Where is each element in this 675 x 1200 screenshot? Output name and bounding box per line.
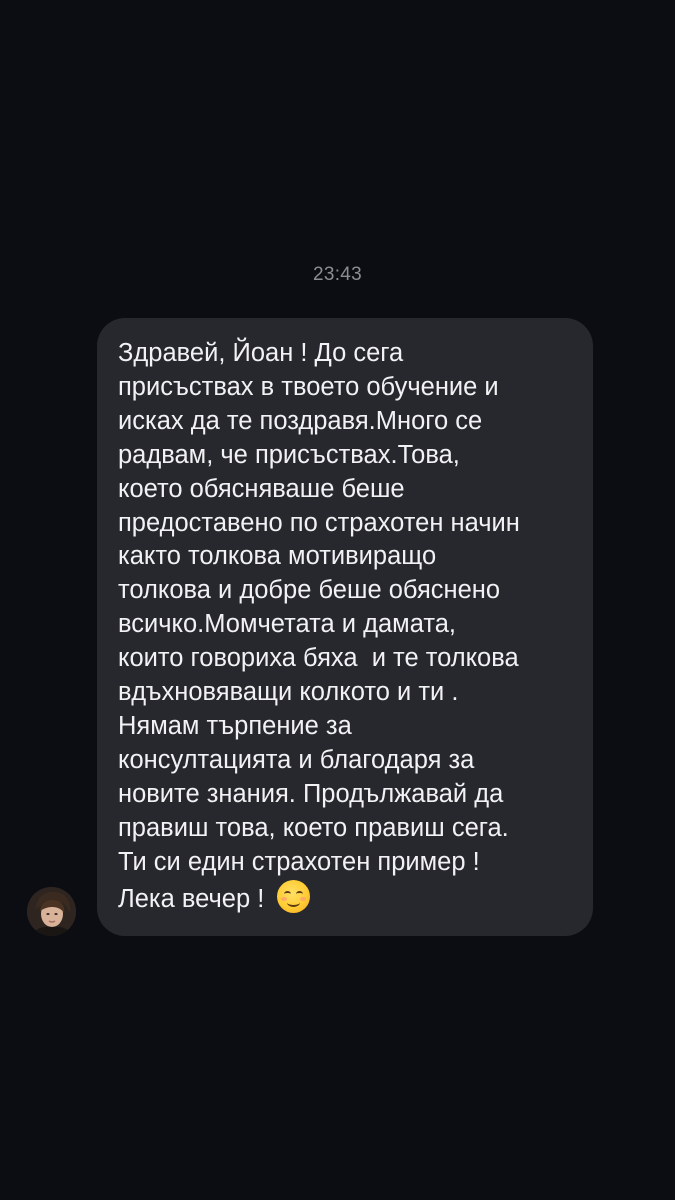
message-text: Здравей, Йоан ! До сега присъствах в тво… xyxy=(118,337,573,916)
message-line: Здравей, Йоан ! До сега xyxy=(118,339,404,367)
message-line: което обясняваше беше xyxy=(118,474,405,503)
message-last-line: Лека вечер ! xyxy=(118,879,573,917)
sender-avatar[interactable] xyxy=(27,887,76,936)
message-line: исках да те поздравя.Много се xyxy=(118,406,483,435)
message-line: както толкова мотивиращо xyxy=(118,542,437,571)
message-line: Нямам търпение за xyxy=(118,711,352,740)
message-line: вдъхновяващи колкото и ти . xyxy=(118,678,459,707)
message-line: консултацията и благодаря за xyxy=(118,745,475,774)
message-line: правиш това, което правиш сега. xyxy=(118,813,509,842)
message-line: предоставено по страхотен начин xyxy=(118,508,520,537)
message-line: присъствах в твоето обучение и xyxy=(118,372,499,401)
message-bubble[interactable]: Здравей, Йоан ! До сега присъствах в тво… xyxy=(97,318,593,936)
message-line: Лека вечер ! xyxy=(118,884,272,913)
message-line: толкова и добре беше обяснено xyxy=(118,576,501,605)
smiling-face-with-smiling-eyes-icon xyxy=(277,879,311,913)
message-line: Ти си един страхотен пример ! xyxy=(118,847,480,876)
message-line: радвам, че присъствах.Това, xyxy=(118,440,460,469)
message-line: новите знания. Продължавай да xyxy=(118,779,504,808)
avatar-icon xyxy=(27,887,76,936)
message-timestamp: 23:43 xyxy=(312,264,363,285)
message-line: които говориха бяха и те толкова xyxy=(118,644,519,673)
message-line: всичко.Момчетата и дамата, xyxy=(118,610,456,639)
